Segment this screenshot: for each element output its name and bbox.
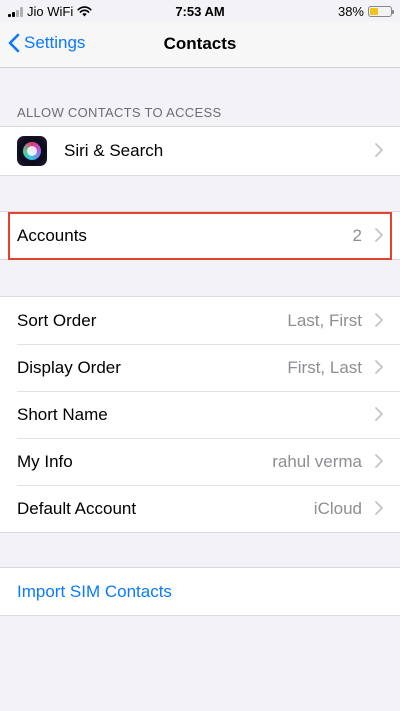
accounts-group: Accounts 2 <box>0 211 400 260</box>
accounts-row[interactable]: Accounts 2 <box>0 212 400 259</box>
siri-icon <box>17 136 47 166</box>
short-name-label: Short Name <box>17 404 108 424</box>
import-sim-group: Import SIM Contacts <box>0 567 400 616</box>
import-sim-contacts-label: Import SIM Contacts <box>17 581 172 601</box>
sort-order-row[interactable]: Sort Order Last, First <box>0 297 400 344</box>
contact-settings-group: Sort Order Last, First Display Order Fir… <box>0 296 400 533</box>
siri-search-label: Siri & Search <box>64 141 164 160</box>
chevron-right-icon <box>375 454 383 468</box>
display-order-row[interactable]: Display Order First, Last <box>0 344 400 391</box>
navigation-bar: Settings Contacts <box>0 22 400 68</box>
sort-order-label: Sort Order <box>17 310 97 330</box>
chevron-right-icon <box>375 407 383 421</box>
section-header-allow-access: ALLOW CONTACTS TO ACCESS <box>17 105 222 120</box>
allow-access-group: Siri & Search <box>0 126 400 176</box>
display-order-value: First, Last <box>287 357 362 377</box>
chevron-right-icon <box>375 360 383 374</box>
chevron-right-icon <box>375 143 383 157</box>
my-info-value: rahul verma <box>272 451 362 471</box>
chevron-right-icon <box>375 228 383 242</box>
battery-icon <box>368 6 394 17</box>
short-name-row[interactable]: Short Name <box>0 391 400 438</box>
my-info-label: My Info <box>17 451 73 471</box>
display-order-label: Display Order <box>17 357 121 377</box>
accounts-count: 2 <box>352 225 362 245</box>
default-account-label: Default Account <box>17 498 137 518</box>
sort-order-value: Last, First <box>287 310 362 330</box>
status-right: 38% <box>337 4 394 19</box>
battery-percent: 38% <box>337 4 364 19</box>
page-title: Contacts <box>163 34 237 53</box>
status-bar: Jio WiFi 7:53 AM 38% <box>0 0 400 22</box>
chevron-right-icon <box>375 313 383 327</box>
siri-search-row[interactable]: Siri & Search <box>0 127 400 175</box>
my-info-row[interactable]: My Info rahul verma <box>0 438 400 485</box>
chevron-right-icon <box>375 501 383 515</box>
default-account-value: iCloud <box>313 498 362 518</box>
default-account-row[interactable]: Default Account iCloud <box>0 485 400 532</box>
accounts-label: Accounts <box>17 225 87 245</box>
import-sim-contacts-button[interactable]: Import SIM Contacts <box>0 568 400 615</box>
